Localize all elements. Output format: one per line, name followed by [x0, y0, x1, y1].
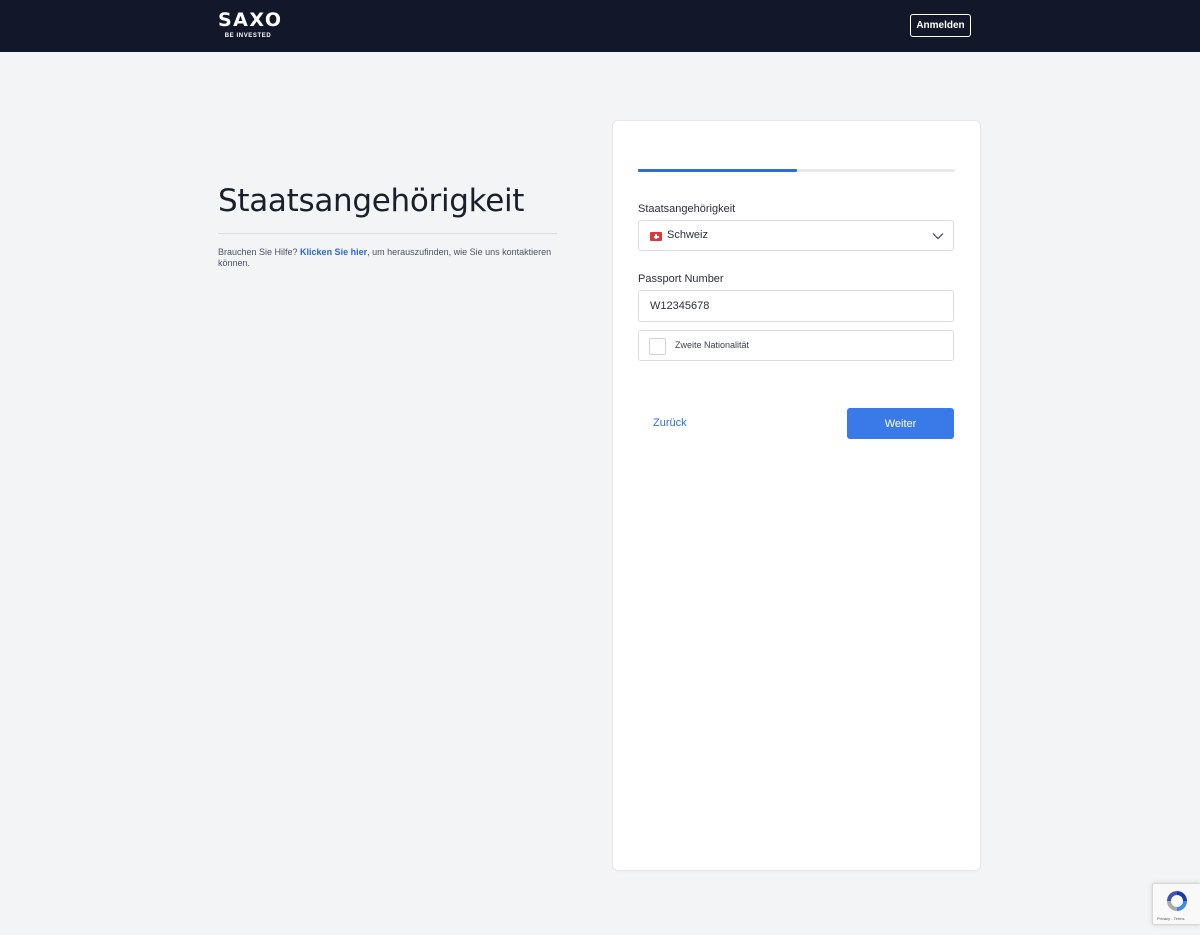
title-divider — [218, 233, 557, 234]
passport-number-label: Passport Number — [638, 273, 724, 285]
recaptcha-links[interactable]: Privacy - Terms — [1157, 916, 1184, 921]
second-nationality-option[interactable]: Zweite Nationalität — [638, 330, 954, 361]
recaptcha-badge[interactable]: Privacy - Terms — [1152, 883, 1200, 925]
progress-bar — [638, 169, 955, 172]
logo-tagline: BE INVESTED — [224, 33, 272, 39]
nationality-selected-value: Schweiz — [667, 229, 708, 241]
next-button[interactable]: Weiter — [847, 408, 954, 439]
saxo-logo[interactable]: SAXO BE INVESTED — [218, 9, 283, 41]
help-text: Brauchen Sie Hilfe? Klicken Sie hier, um… — [218, 247, 563, 269]
passport-number-input[interactable] — [638, 290, 954, 322]
recaptcha-icon — [1167, 891, 1187, 911]
nationality-label: Staatsangehörigkeit — [638, 203, 736, 215]
help-text-prefix: Brauchen Sie Hilfe? — [218, 247, 301, 257]
form-card: Staatsangehörigkeit Schweiz Passport Num… — [613, 121, 980, 870]
help-link[interactable]: Klicken Sie hier — [300, 247, 367, 257]
login-button[interactable]: Anmelden — [910, 14, 971, 37]
page-title: Staatsangehörigkeit — [218, 183, 525, 219]
logo-wordmark: SAXO — [218, 9, 283, 31]
nationality-select[interactable]: Schweiz — [638, 220, 954, 251]
progress-bar-fill — [638, 169, 797, 172]
swiss-flag-icon — [650, 232, 662, 241]
back-button[interactable]: Zurück — [653, 417, 687, 429]
second-nationality-label: Zweite Nationalität — [675, 340, 750, 350]
top-navigation-bar: SAXO BE INVESTED Anmelden — [0, 0, 1200, 52]
second-nationality-checkbox[interactable] — [649, 338, 666, 355]
chevron-down-icon — [932, 233, 944, 240]
